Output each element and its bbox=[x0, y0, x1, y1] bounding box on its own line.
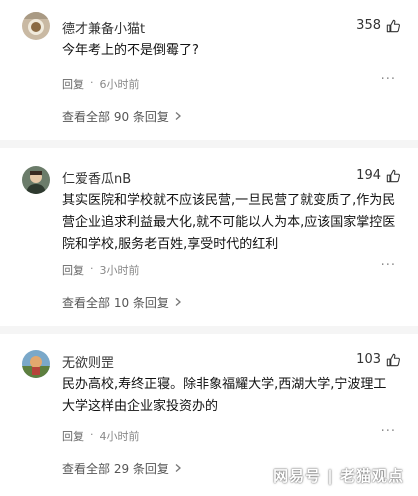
comment-meta: 回复 · 4小时前 bbox=[62, 428, 140, 444]
view-all-replies-label: 查看全部 10 条回复 bbox=[62, 296, 169, 310]
comment-text: 今年考上的不是倒霉了? bbox=[62, 43, 199, 58]
reply-button[interactable]: 回复 bbox=[62, 428, 84, 444]
comment-meta: 回复 · 6小时前 bbox=[62, 76, 140, 92]
view-all-replies-label: 查看全部 29 条回复 bbox=[62, 462, 169, 476]
avatar[interactable] bbox=[22, 12, 50, 40]
username[interactable]: 德才兼备小猫t bbox=[62, 18, 145, 37]
comment-text: 民办高校,寿终正寝。除非象福耀大学,西湖大学,宁波理工大学这样由企业家投资办的 bbox=[62, 377, 387, 414]
more-dots-icon[interactable]: ··· bbox=[381, 72, 396, 87]
avatar[interactable] bbox=[22, 350, 50, 378]
view-all-replies-label: 查看全部 90 条回复 bbox=[62, 110, 169, 124]
chevron-right-icon bbox=[173, 462, 183, 476]
reply-button[interactable]: 回复 bbox=[62, 262, 84, 278]
view-all-replies-link[interactable]: 查看全部 10 条回复 bbox=[62, 294, 183, 311]
like-button[interactable]: 103 bbox=[356, 352, 400, 367]
username[interactable]: 仁爱香瓜nB bbox=[62, 168, 131, 187]
thumbs-up-icon[interactable] bbox=[386, 169, 400, 183]
timestamp: 3小时前 bbox=[99, 264, 140, 277]
view-all-replies-link[interactable]: 查看全部 29 条回复 bbox=[62, 460, 183, 477]
chevron-right-icon bbox=[173, 296, 183, 310]
username[interactable]: 无欲则罡 bbox=[62, 352, 114, 371]
like-button[interactable]: 358 bbox=[356, 18, 400, 33]
more-dots-icon[interactable]: ··· bbox=[381, 424, 396, 439]
thumbs-up-icon[interactable] bbox=[386, 19, 400, 33]
like-count: 358 bbox=[356, 18, 381, 33]
chevron-right-icon bbox=[173, 110, 183, 124]
separator-dot: · bbox=[90, 76, 94, 89]
comment-meta: 回复 · 3小时前 bbox=[62, 262, 140, 278]
reply-button[interactable]: 回复 bbox=[62, 76, 84, 92]
comment-text: 其实医院和学校就不应该民营,一旦民营了就变质了,作为民营企业追求利益最大化,就不… bbox=[62, 193, 396, 252]
timestamp: 6小时前 bbox=[99, 78, 140, 91]
like-count: 103 bbox=[356, 352, 381, 367]
like-count: 194 bbox=[356, 168, 381, 183]
like-button[interactable]: 194 bbox=[356, 168, 400, 183]
thumbs-up-icon[interactable] bbox=[386, 353, 400, 367]
separator-dot: · bbox=[90, 428, 94, 441]
view-all-replies-link[interactable]: 查看全部 90 条回复 bbox=[62, 108, 183, 125]
timestamp: 4小时前 bbox=[99, 430, 140, 443]
more-dots-icon[interactable]: ··· bbox=[381, 258, 396, 273]
section-divider bbox=[0, 140, 418, 148]
separator-dot: · bbox=[90, 262, 94, 275]
watermark: 网易号 | 老猫观点 bbox=[273, 467, 404, 485]
section-divider bbox=[0, 326, 418, 334]
avatar[interactable] bbox=[22, 166, 50, 194]
